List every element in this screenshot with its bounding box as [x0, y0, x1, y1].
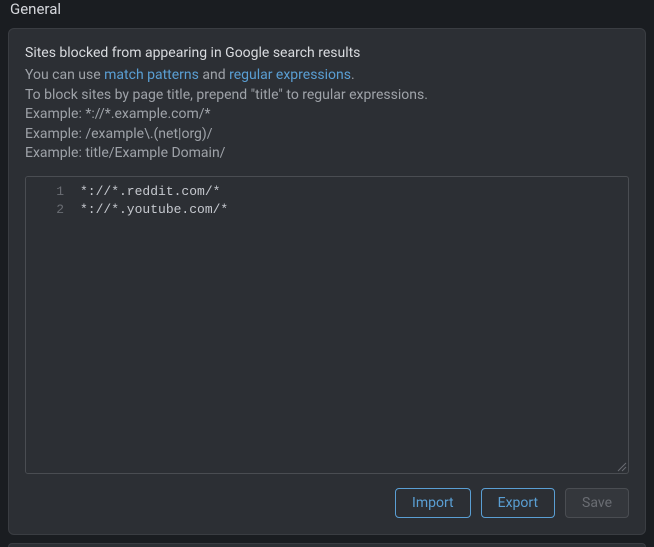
code-line[interactable]: *://*.reddit.com/* [80, 183, 620, 201]
desc-pattern-line: You can use match patterns and regular e… [25, 66, 629, 86]
desc-instruction: To block sites by page title, prepend "t… [25, 86, 629, 106]
editor-gutter: 12 [26, 177, 72, 473]
desc-mid: and [199, 67, 229, 83]
page-title: General [0, 0, 654, 28]
panel-heading: Sites blocked from appearing in Google s… [25, 45, 629, 61]
desc-prefix: You can use [25, 67, 104, 83]
regular-expressions-link[interactable]: regular expressions [229, 67, 351, 83]
blocklist-editor[interactable]: 12 *://*.reddit.com/**://*.youtube.com/* [25, 176, 629, 474]
editor-code-area[interactable]: *://*.reddit.com/**://*.youtube.com/* [72, 177, 628, 473]
next-panel-peek [8, 543, 646, 547]
button-row: Import Export Save [25, 488, 629, 518]
export-button[interactable]: Export [481, 488, 555, 518]
general-panel: Sites blocked from appearing in Google s… [8, 28, 646, 535]
line-number: 2 [26, 201, 64, 219]
desc-suffix: . [351, 67, 355, 83]
desc-example-3: Example: title/Example Domain/ [25, 144, 629, 164]
save-button: Save [565, 488, 629, 518]
code-line[interactable]: *://*.youtube.com/* [80, 201, 620, 219]
match-patterns-link[interactable]: match patterns [104, 67, 199, 83]
desc-example-2: Example: /example\.(net|org)/ [25, 125, 629, 145]
import-button[interactable]: Import [395, 488, 471, 518]
desc-example-1: Example: *://*.example.com/* [25, 105, 629, 125]
line-number: 1 [26, 183, 64, 201]
